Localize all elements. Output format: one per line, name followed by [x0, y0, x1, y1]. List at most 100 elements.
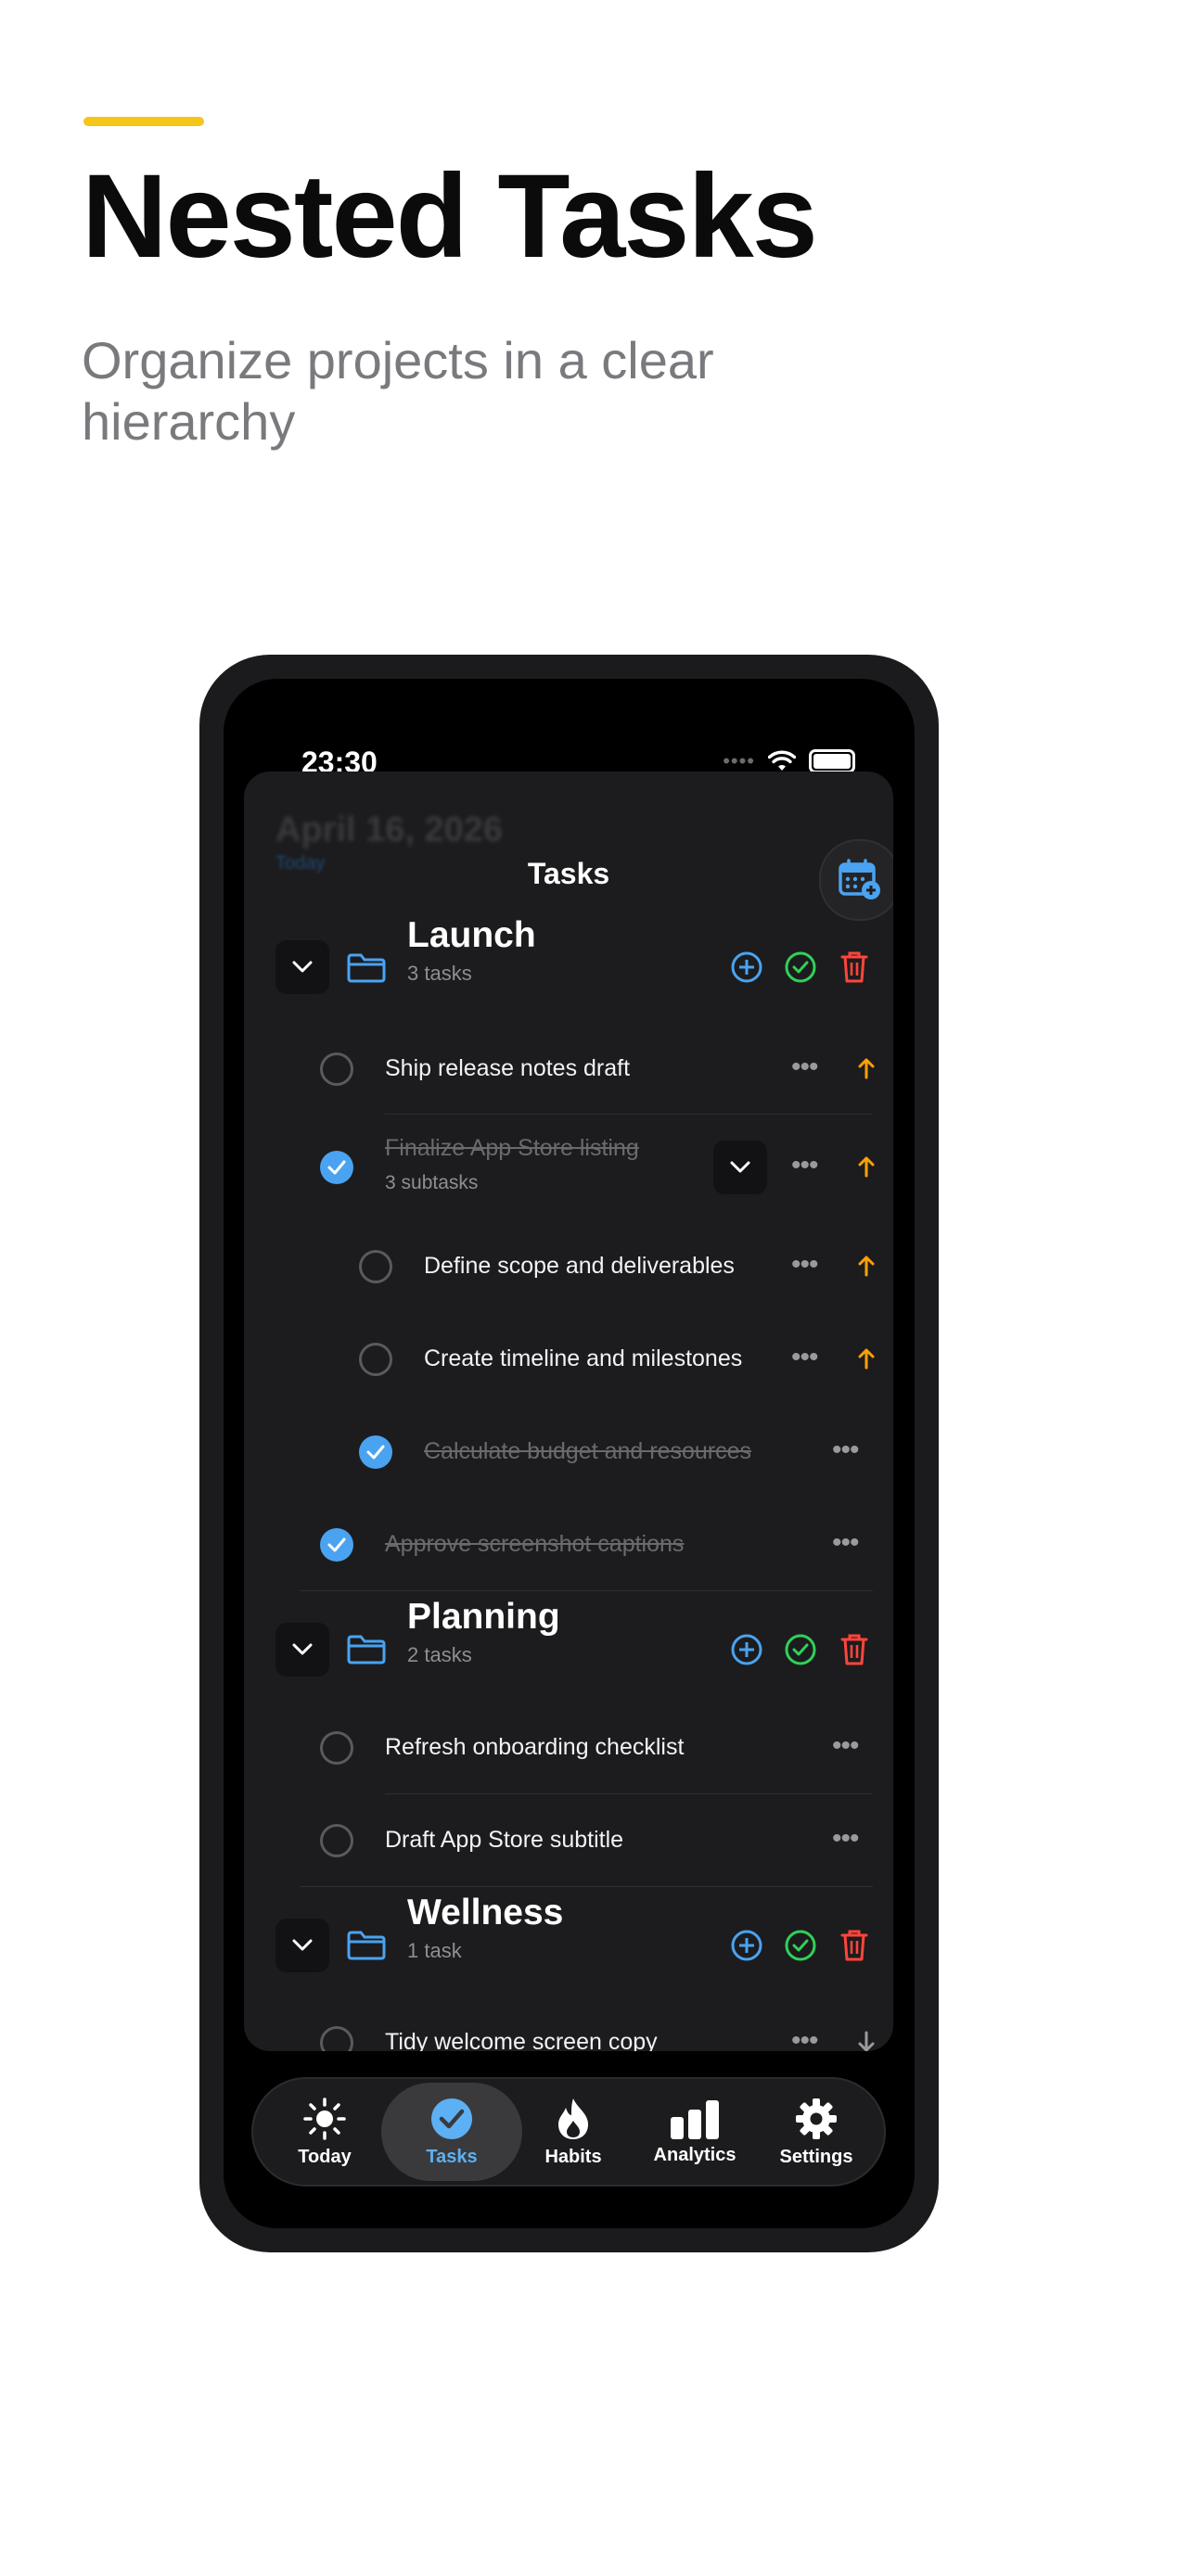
complete-group-button[interactable]	[782, 1631, 819, 1668]
add-task-button[interactable]	[728, 949, 765, 986]
more-icon[interactable]: •••	[791, 2027, 818, 2052]
task-row[interactable]: Tidy welcome screen copy •••	[244, 1998, 893, 2051]
folder-icon	[347, 1931, 386, 1960]
plus-circle-icon	[731, 1634, 762, 1665]
subtask-row[interactable]: Define scope and deliverables •••	[244, 1220, 893, 1313]
sun-icon	[303, 2097, 346, 2140]
chevron-down-icon	[292, 1643, 313, 1655]
complete-group-button[interactable]	[782, 949, 819, 986]
task-checkbox-checked[interactable]	[359, 1435, 392, 1469]
tab-label: Today	[298, 2146, 352, 2167]
check-circle-icon	[785, 1634, 816, 1665]
task-checkbox[interactable]	[359, 1343, 392, 1376]
task-checkbox[interactable]	[320, 1824, 353, 1857]
tasks-card: April 16, 2026 Today Tasks Launch 3 task…	[244, 772, 893, 2051]
tab-habits[interactable]: Habits	[513, 2079, 634, 2185]
checkmark-icon	[327, 1537, 346, 1552]
gear-icon	[796, 2098, 837, 2139]
task-row[interactable]: Approve screenshot captions •••	[244, 1498, 893, 1591]
bar-chart-icon	[671, 2099, 719, 2139]
delete-group-button[interactable]	[836, 1927, 873, 1964]
priority-high-icon	[858, 1058, 875, 1079]
task-label: Calculate budget and resources	[424, 1438, 752, 1464]
more-icon[interactable]: •••	[832, 1529, 859, 1557]
group-count: 3 tasks	[407, 962, 472, 985]
task-checkbox[interactable]	[359, 1250, 392, 1283]
nav-title: Tasks	[527, 857, 610, 890]
group-name: Planning	[407, 1597, 560, 1637]
folder-icon	[347, 1635, 386, 1664]
checkmark-icon	[366, 1445, 385, 1460]
task-checkbox-checked[interactable]	[320, 1151, 353, 1184]
task-checkbox[interactable]	[320, 2026, 353, 2051]
task-row[interactable]: Ship release notes draft •••	[244, 1022, 893, 1115]
plus-circle-icon	[731, 951, 762, 983]
group-count: 2 tasks	[407, 1643, 472, 1666]
task-checkbox-checked[interactable]	[320, 1528, 353, 1562]
check-circle-icon	[785, 1930, 816, 1961]
phone-frame: 23:30 •••• April 16, 2026 Today Tasks La…	[199, 655, 939, 2252]
more-icon[interactable]: •••	[832, 1436, 859, 1464]
battery-icon	[809, 749, 855, 773]
tab-label: Habits	[544, 2146, 602, 2167]
more-icon[interactable]: •••	[791, 1053, 818, 1081]
task-checkbox[interactable]	[320, 1731, 353, 1765]
task-label: Ship release notes draft	[385, 1055, 631, 1081]
flame-icon	[558, 2098, 588, 2139]
more-icon[interactable]: •••	[791, 1251, 818, 1279]
priority-high-icon	[858, 1156, 875, 1178]
complete-group-button[interactable]	[782, 1927, 819, 1964]
task-checkbox[interactable]	[320, 1052, 353, 1086]
more-icon[interactable]: •••	[791, 1344, 818, 1371]
chevron-down-icon	[292, 961, 313, 973]
tab-analytics[interactable]: Analytics	[634, 2079, 755, 2185]
delete-group-button[interactable]	[836, 949, 873, 986]
task-label: Tidy welcome screen copy	[385, 2029, 658, 2051]
task-label: Create timeline and milestones	[424, 1345, 743, 1371]
checkmark-circle-icon	[431, 2098, 472, 2139]
calendar-add-icon	[839, 859, 880, 899]
subtask-count: 3 subtasks	[385, 1172, 479, 1193]
priority-high-icon	[858, 1256, 875, 1277]
priority-high-icon	[858, 1348, 875, 1370]
collapse-planning-button[interactable]	[275, 1623, 329, 1677]
subtask-row[interactable]: Calculate budget and resources •••	[244, 1406, 893, 1498]
task-row[interactable]: Finalize App Store listing 3 subtasks ••…	[244, 1115, 893, 1220]
tab-tasks[interactable]: Tasks	[391, 2079, 512, 2185]
group-name: Wellness	[407, 1893, 564, 1932]
more-icon[interactable]: •••	[791, 1152, 818, 1180]
more-icon[interactable]: •••	[832, 1825, 859, 1853]
collapse-wellness-button[interactable]	[275, 1919, 329, 1972]
group-header-wellness: Wellness 1 task	[244, 1887, 893, 1998]
trash-icon	[840, 951, 868, 983]
checkmark-icon	[327, 1160, 346, 1175]
group-count: 1 task	[407, 1939, 462, 1962]
subtask-row[interactable]: Create timeline and milestones •••	[244, 1313, 893, 1406]
task-label: Define scope and deliverables	[424, 1253, 735, 1279]
check-circle-icon	[785, 951, 816, 983]
task-label: Approve screenshot captions	[385, 1531, 685, 1557]
tab-label: Analytics	[653, 2144, 736, 2165]
accent-bar	[83, 117, 204, 126]
task-row[interactable]: Draft App Store subtitle •••	[244, 1794, 893, 1887]
hero-subtitle: Organize projects in a clear hierarchy	[82, 331, 714, 451]
chevron-down-icon	[730, 1161, 750, 1173]
task-row[interactable]: Refresh onboarding checklist •••	[244, 1702, 893, 1794]
tab-bar: Today Tasks Habits Analytics Settings	[251, 2077, 886, 2187]
add-calendar-button[interactable]	[819, 839, 893, 921]
add-task-button[interactable]	[728, 1927, 765, 1964]
tab-label: Tasks	[426, 2146, 478, 2167]
wifi-icon	[768, 750, 796, 771]
tab-today[interactable]: Today	[264, 2079, 385, 2185]
plus-circle-icon	[731, 1930, 762, 1961]
tab-settings[interactable]: Settings	[756, 2079, 877, 2185]
more-icon[interactable]: •••	[832, 1732, 859, 1760]
delete-group-button[interactable]	[836, 1631, 873, 1668]
chevron-down-icon	[292, 1939, 313, 1951]
task-label: Finalize App Store listing	[385, 1135, 639, 1161]
add-task-button[interactable]	[728, 1631, 765, 1668]
task-label: Refresh onboarding checklist	[385, 1734, 685, 1760]
task-label: Draft App Store subtitle	[385, 1827, 624, 1853]
collapse-subtasks-button[interactable]	[713, 1141, 767, 1194]
collapse-launch-button[interactable]	[275, 940, 329, 994]
